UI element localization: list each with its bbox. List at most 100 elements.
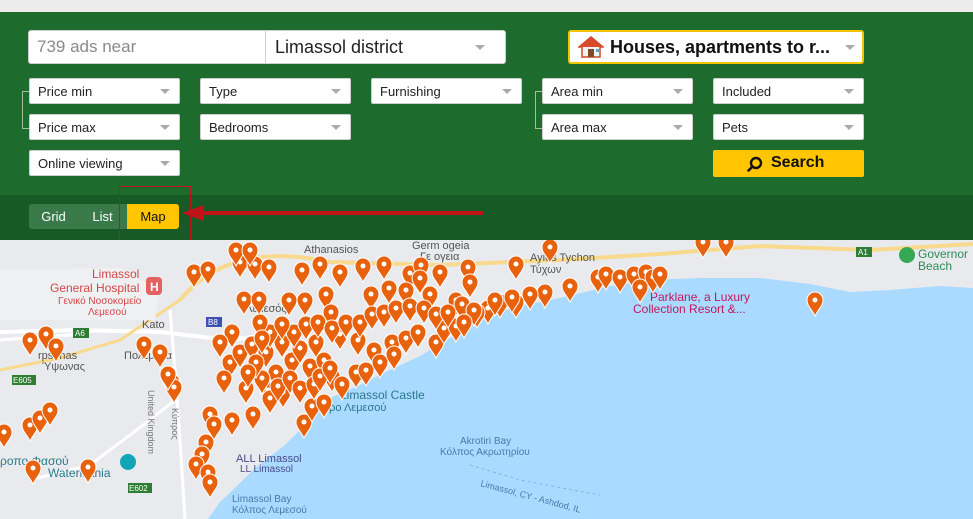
chevron-down-icon [160, 89, 170, 94]
chevron-down-icon [475, 45, 485, 50]
listing-marker-dot [253, 359, 259, 365]
listing-marker-dot [165, 371, 171, 377]
listing-marker-dot [417, 275, 423, 281]
listing-marker-dot [315, 319, 321, 325]
listing-marker-dot [465, 264, 471, 270]
listing-marker-dot [286, 297, 292, 303]
listing-marker-dot [302, 297, 308, 303]
listing-marker-dot [297, 385, 303, 391]
included-label: Included [722, 84, 772, 99]
price-range-bracket [22, 91, 29, 129]
included-select[interactable]: Included [713, 78, 864, 104]
listing-marker-dot [267, 395, 273, 401]
area-max-select[interactable]: Area max [542, 114, 693, 140]
road-sign-a1: A1 [856, 247, 872, 257]
listing-marker-dot [252, 261, 258, 267]
bedrooms-select[interactable]: Bedrooms [200, 114, 351, 140]
map-view[interactable]: Limassol General Hospital Γενικό Νοσοκομ… [0, 240, 973, 519]
chevron-down-icon [331, 125, 341, 130]
listing-marker-dot [229, 417, 235, 423]
category-select[interactable]: Houses, apartments to r... [568, 30, 864, 64]
area-min-select[interactable]: Area min [542, 78, 693, 104]
listing-marker-dot [171, 384, 177, 390]
search-input[interactable] [29, 31, 265, 63]
browser-top-strip [0, 0, 973, 12]
listing-marker-dot [369, 311, 375, 317]
road-sign-e605: E605 [12, 375, 36, 385]
listing-marker-dot [199, 451, 205, 457]
listing-marker-dot [461, 319, 467, 325]
svg-text:H: H [150, 280, 159, 294]
listing-marker-dot [337, 269, 343, 275]
listing-marker-dot [237, 349, 243, 355]
listing-marker-dot [266, 264, 272, 270]
listing-marker-dot [303, 321, 309, 327]
type-select[interactable]: Type [200, 78, 351, 104]
listing-marker-dot [233, 247, 239, 253]
area-range-bracket [535, 91, 542, 129]
listing-marker-dot [391, 351, 397, 357]
listing-marker-dot [467, 279, 473, 285]
listing-marker-dot [407, 303, 413, 309]
listing-marker-dot [415, 329, 421, 335]
listing-marker-dot [207, 479, 213, 485]
listing-marker-dot [229, 329, 235, 335]
listing-marker-dot [386, 285, 392, 291]
listing-marker-dot [297, 345, 303, 351]
grid-view-button[interactable]: Grid [29, 204, 78, 229]
road-sign-a6: A6 [73, 328, 89, 338]
listing-marker-dot [27, 422, 33, 428]
listing-marker-dot [279, 321, 285, 327]
listing-marker-dot [211, 421, 217, 427]
ayios-tychon-label: Ayios Tychon [530, 252, 595, 264]
listing-marker-dot [85, 464, 91, 470]
road-sign-e602: E602 [128, 483, 152, 493]
listing-marker-dot [245, 369, 251, 375]
listing-marker-dot [407, 270, 413, 276]
chevron-down-icon [160, 125, 170, 130]
listing-marker-dot [291, 329, 297, 335]
listing-marker-dot [657, 271, 663, 277]
listing-marker-dot [389, 339, 395, 345]
price-min-select[interactable]: Price min [29, 78, 180, 104]
chevron-down-icon [844, 89, 854, 94]
listing-marker-dot [339, 381, 345, 387]
chevron-down-icon [845, 45, 855, 50]
listing-marker-dot [418, 262, 424, 268]
listing-marker-dot [368, 291, 374, 297]
listing-marker-dot [403, 335, 409, 341]
listing-marker-dot [259, 375, 265, 381]
house-icon [578, 36, 604, 58]
listing-marker-dot [492, 297, 498, 303]
beach-icon [899, 247, 915, 263]
mall-label-2: LL Limassol [240, 464, 293, 475]
listing-marker-dot [357, 319, 363, 325]
kato-label: Kato [142, 319, 165, 331]
online-viewing-select[interactable]: Online viewing [29, 150, 180, 176]
listing-marker-dot [363, 367, 369, 373]
listing-marker-dot [205, 266, 211, 272]
listing-marker-dot [247, 247, 253, 253]
price-max-select[interactable]: Price max [29, 114, 180, 140]
pets-select[interactable]: Pets [713, 114, 864, 140]
ypsonas-gr-label: Ύψωνας [42, 361, 85, 373]
listing-marker-dot [250, 411, 256, 417]
furnishing-select[interactable]: Furnishing [371, 78, 522, 104]
listing-marker-dot [393, 305, 399, 311]
search-button[interactable]: Search [713, 150, 864, 177]
listing-marker-dot [603, 271, 609, 277]
location-select[interactable]: Limassol district [266, 31, 505, 63]
parklane-label-2: Collection Resort &... [633, 302, 746, 316]
hospital-icon: H [146, 277, 162, 295]
hospital-label-4: Λεμεσού [88, 306, 127, 318]
hospital-label-1: Limassol [92, 267, 139, 281]
listing-marker-dot [327, 365, 333, 371]
listing-marker-dot [37, 415, 43, 421]
listing-marker-dot [328, 309, 334, 315]
furnishing-label: Furnishing [380, 84, 441, 99]
area-min-label: Area min [551, 84, 604, 99]
location-label: Limassol district [275, 37, 404, 57]
listing-marker-dot [421, 305, 427, 311]
listing-marker-dot [249, 341, 255, 347]
listing-marker-dot [437, 269, 443, 275]
